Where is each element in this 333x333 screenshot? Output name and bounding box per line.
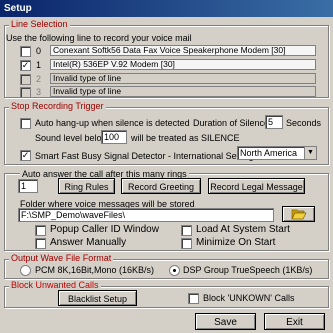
browse-folder-button[interactable] <box>282 206 315 222</box>
answer-manually-checkbox[interactable] <box>35 238 46 249</box>
dsp-label[interactable]: DSP Group TrueSpeech (1KB/s) <box>183 265 312 275</box>
line-selection-legend: Line Selection <box>9 19 70 29</box>
block-calls-legend: Block Unwanted Calls <box>9 280 101 290</box>
pcm-radio[interactable] <box>20 265 31 276</box>
sound-level-label: Sound level below <box>35 133 109 143</box>
line-3-checkbox <box>20 87 31 98</box>
answer-manually-label[interactable]: Answer Manually <box>50 237 126 248</box>
folder-open-icon <box>290 209 307 220</box>
line-1-number: 1 <box>36 60 42 70</box>
line-2-number: 2 <box>36 74 42 84</box>
dsp-radio[interactable] <box>169 265 180 276</box>
minimize-start-checkbox[interactable] <box>181 238 192 249</box>
stop-trigger-legend: Stop Recording Trigger <box>9 101 106 111</box>
line-3-option: Invalid type of line <box>50 86 316 97</box>
popup-caller-label[interactable]: Popup Caller ID Window <box>50 224 159 235</box>
line-selection-instruction: Use the following line to record your vo… <box>6 33 192 43</box>
minimize-start-label[interactable]: Minimize On Start <box>196 237 275 248</box>
line-1-option[interactable]: Intel(R) 536EP V.92 Modem [30] <box>50 59 316 70</box>
duration-label: Duration of Silence <box>193 118 270 128</box>
folder-input[interactable]: F:\SMP_Demo\waveFiles\ <box>18 208 274 222</box>
line-0-number: 0 <box>36 46 42 56</box>
international-select[interactable]: North America ▼ <box>237 146 317 160</box>
block-unknown-checkbox[interactable] <box>188 293 199 304</box>
auto-hangup-label[interactable]: Auto hang-up when silence is detected <box>35 118 190 128</box>
chevron-down-icon[interactable]: ▼ <box>304 147 316 159</box>
record-legal-message-button[interactable]: Record Legal Message <box>208 178 305 194</box>
silence-label: will be treated as SILENCE <box>131 133 240 143</box>
exit-button[interactable]: Exit <box>264 313 325 330</box>
seconds-label: Seconds <box>286 118 322 128</box>
line-2-checkbox <box>20 74 31 85</box>
rings-input[interactable]: 1 <box>18 179 38 193</box>
busy-detector-label[interactable]: Smart Fast Busy Signal Detector - Intern… <box>35 151 256 161</box>
line-3-number: 3 <box>36 87 42 97</box>
line-0-option[interactable]: Conexant Softk56 Data Fax Voice Speakerp… <box>50 45 316 56</box>
popup-caller-checkbox[interactable] <box>35 225 46 236</box>
window-title: Setup <box>0 0 333 17</box>
sound-level-input[interactable]: 100 <box>101 130 127 144</box>
international-select-value: North America <box>240 148 298 158</box>
pcm-label[interactable]: PCM 8K,16Bit,Mono (16KB/s) <box>35 265 154 275</box>
wave-format-legend: Output Wave File Format <box>9 253 114 263</box>
line-0-checkbox[interactable] <box>20 46 31 57</box>
block-unknown-label[interactable]: Block 'UNKOWN' Calls <box>203 293 294 303</box>
blacklist-setup-button[interactable]: Blacklist Setup <box>58 290 137 306</box>
line-2-option: Invalid type of line <box>50 73 316 84</box>
load-startup-label[interactable]: Load At System Start <box>196 224 290 235</box>
record-greeting-button[interactable]: Record Greeting <box>121 178 201 194</box>
line-1-checkbox[interactable]: ✓ <box>20 60 31 71</box>
auto-hangup-checkbox[interactable] <box>20 118 31 129</box>
busy-detector-checkbox[interactable]: ✓ <box>20 150 31 161</box>
load-startup-checkbox[interactable] <box>181 225 192 236</box>
duration-input[interactable]: 5 <box>265 115 283 129</box>
save-button[interactable]: Save <box>195 313 256 330</box>
ring-rules-button[interactable]: Ring Rules <box>58 178 115 194</box>
